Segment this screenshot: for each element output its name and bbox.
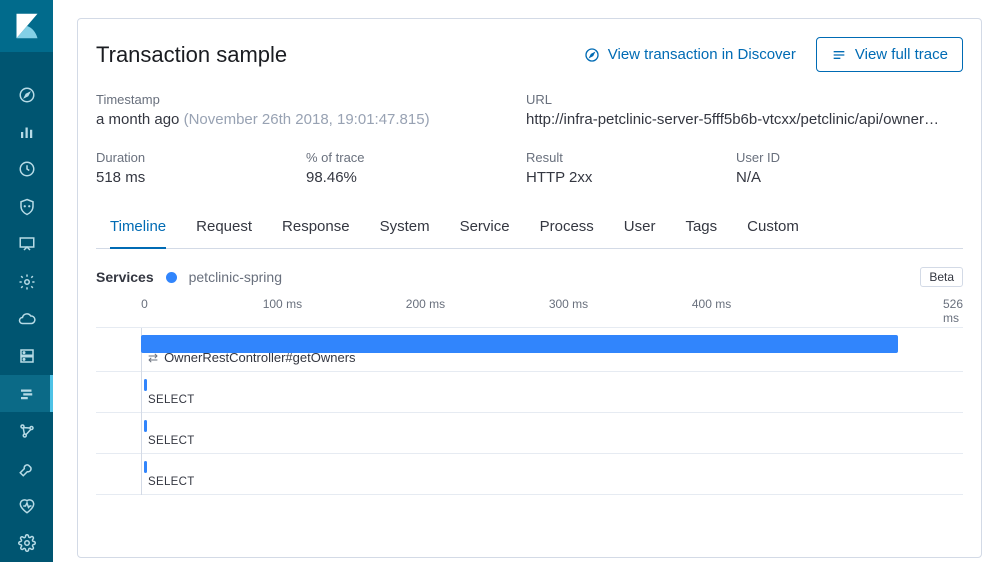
span-label: SELECT [96, 435, 963, 447]
sidebar-apm[interactable] [0, 375, 53, 412]
meta-grid: Timestamp a month ago (November 26th 201… [96, 92, 963, 186]
list-icon [831, 47, 847, 63]
sidebar-heartbeat[interactable] [0, 487, 53, 524]
sidebar-settings[interactable] [0, 525, 53, 562]
services-legend: Services petclinic-spring [96, 269, 282, 285]
services-label: Services [96, 269, 154, 285]
view-full-trace-button[interactable]: View full trace [816, 37, 963, 72]
sidebar-clock[interactable] [0, 151, 53, 188]
sidebar-compass[interactable] [0, 76, 53, 113]
sidebar [0, 0, 53, 562]
tab-service[interactable]: Service [460, 208, 510, 249]
panel-title: Transaction sample [96, 42, 287, 68]
waterfall-row[interactable]: SELECT [96, 454, 963, 495]
header-actions: View transaction in Discover View full t… [584, 37, 963, 72]
services-row: Services petclinic-spring Beta [96, 249, 963, 297]
time-axis: 0100 ms200 ms300 ms400 ms526 ms [96, 297, 963, 317]
tabs: Timeline Request Response System Service Proc… [96, 208, 963, 249]
meta-row2-right: Result HTTP 2xx User ID N/A [526, 150, 963, 186]
tab-user[interactable]: User [624, 208, 656, 249]
waterfall-row[interactable]: SELECT [96, 372, 963, 413]
transaction-panel: Transaction sample View transaction in D… [77, 18, 982, 558]
sidebar-wrench[interactable] [0, 450, 53, 487]
duration-value: 518 ms [96, 169, 306, 186]
view-in-discover-link[interactable]: View transaction in Discover [584, 46, 796, 63]
sidebar-graph[interactable] [0, 412, 53, 449]
main: Transaction sample View transaction in D… [53, 0, 1000, 562]
meta-pct: % of trace 98.46% [306, 150, 526, 186]
sidebar-server[interactable] [0, 338, 53, 375]
span-label: SELECT [96, 476, 963, 488]
span-bar [144, 379, 147, 391]
axis-tick: 200 ms [406, 297, 445, 311]
userid-label: User ID [736, 150, 963, 165]
meta-duration: Duration 518 ms [96, 150, 306, 186]
tab-system[interactable]: System [380, 208, 430, 249]
compass-icon [584, 47, 600, 63]
sidebar-gear-ring[interactable] [0, 263, 53, 300]
tab-response[interactable]: Response [282, 208, 350, 249]
url-value: http://infra-petclinic-server-5fff5b6b-v… [526, 111, 946, 128]
tab-process[interactable]: Process [540, 208, 594, 249]
sidebar-cloud[interactable] [0, 300, 53, 337]
sidebar-shield[interactable] [0, 188, 53, 225]
sidebar-barchart[interactable] [0, 113, 53, 150]
axis-tick: 100 ms [263, 297, 302, 311]
result-label: Result [526, 150, 736, 165]
meta-url: URL http://infra-petclinic-server-5fff5b… [526, 92, 963, 128]
timestamp-value: a month ago (November 26th 2018, 19:01:4… [96, 111, 526, 128]
service-dot-icon [166, 272, 177, 283]
waterfall: ⇄OwnerRestController#getOwners SELECT SELE… [96, 327, 963, 495]
sidebar-presentation[interactable] [0, 225, 53, 262]
axis-tick: 526 ms [943, 297, 963, 325]
discover-link-label: View transaction in Discover [608, 46, 796, 63]
pct-value: 98.46% [306, 169, 526, 186]
span-bar [141, 335, 898, 353]
meta-userid: User ID N/A [736, 150, 963, 186]
tab-tags[interactable]: Tags [685, 208, 717, 249]
waterfall-row[interactable]: ⇄OwnerRestController#getOwners [96, 328, 963, 372]
pct-label: % of trace [306, 150, 526, 165]
service-name: petclinic-spring [189, 269, 282, 285]
axis-tick: 300 ms [549, 297, 588, 311]
duration-label: Duration [96, 150, 306, 165]
meta-result: Result HTTP 2xx [526, 150, 736, 186]
tab-custom[interactable]: Custom [747, 208, 799, 249]
axis-tick: 400 ms [692, 297, 731, 311]
meta-timestamp: Timestamp a month ago (November 26th 201… [96, 92, 526, 128]
url-label: URL [526, 92, 963, 107]
kibana-logo[interactable] [0, 0, 53, 52]
full-trace-label: View full trace [855, 46, 948, 63]
beta-badge: Beta [920, 267, 963, 287]
axis-tick: 0 [141, 297, 148, 311]
panel-header: Transaction sample View transaction in D… [96, 37, 963, 72]
span-bar [144, 461, 147, 473]
meta-row2-left: Duration 518 ms % of trace 98.46% [96, 150, 526, 186]
userid-value: N/A [736, 169, 963, 186]
tab-request[interactable]: Request [196, 208, 252, 249]
span-label: SELECT [96, 394, 963, 406]
waterfall-row[interactable]: SELECT [96, 413, 963, 454]
span-bar [144, 420, 147, 432]
tab-timeline[interactable]: Timeline [110, 208, 166, 249]
timestamp-label: Timestamp [96, 92, 526, 107]
result-value: HTTP 2xx [526, 169, 736, 186]
